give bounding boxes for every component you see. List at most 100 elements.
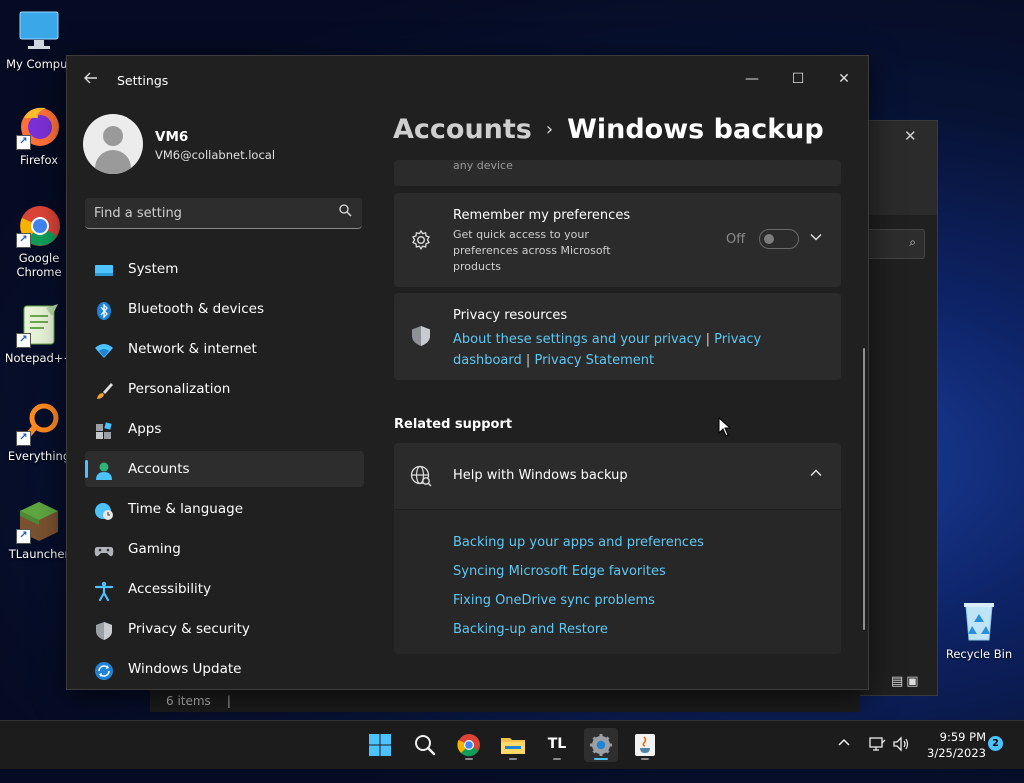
shield-icon	[410, 325, 432, 347]
link-separator: |	[705, 332, 710, 347]
related-support-heading: Related support	[394, 417, 513, 432]
taskbar-file-explorer[interactable]	[496, 728, 530, 762]
item-count: 6 items	[166, 694, 211, 708]
help-link-onedrive-sync[interactable]: Fixing OneDrive sync problems	[453, 593, 655, 608]
clipped-setting-card[interactable]: any device	[394, 160, 841, 186]
gamepad-icon	[94, 539, 114, 559]
privacy-resources-title: Privacy resources	[453, 308, 568, 323]
taskbar-clock[interactable]: 9:59 PM 3/25/2023	[908, 729, 986, 761]
wifi-icon	[94, 339, 114, 359]
notification-badge[interactable]: 2	[988, 736, 1003, 751]
taskbar: TL 9:59 PM 3/25/2023	[0, 720, 1024, 769]
content-scrollbar[interactable]	[863, 348, 865, 630]
breadcrumb-parent[interactable]: Accounts	[393, 114, 532, 145]
sidebar-item-gaming[interactable]: Gaming	[85, 531, 364, 567]
sidebar-item-personalization[interactable]: Personalization	[85, 371, 364, 407]
java-icon	[635, 734, 655, 756]
taskbar-tlauncher[interactable]: TL	[540, 728, 574, 762]
help-link-backup-restore[interactable]: Backing-up and Restore	[453, 622, 608, 637]
show-hidden-icons-button[interactable]	[836, 735, 852, 783]
search-icon	[415, 735, 436, 756]
background-search-box[interactable]: ⌕	[865, 229, 925, 259]
close-icon[interactable]: ✕	[904, 127, 917, 145]
close-icon: ✕	[838, 71, 850, 87]
settings-window[interactable]: Settings — ☐ ✕ VM6 VM6@collabnet.local S…	[66, 55, 869, 690]
toggle-knob	[764, 234, 774, 244]
shortcut-arrow-icon: ↗	[16, 233, 31, 248]
privacy-links: About these settings and your privacy | …	[453, 329, 833, 371]
link-about-settings-privacy[interactable]: About these settings and your privacy	[453, 332, 701, 347]
title-bar[interactable]: Settings — ☐ ✕	[67, 56, 868, 104]
status-separator: |	[226, 694, 231, 708]
start-icon	[369, 734, 391, 756]
apps-icon	[94, 419, 114, 439]
accounts-icon	[94, 459, 114, 480]
sidebar-item-accessibility[interactable]: Accessibility	[85, 571, 364, 607]
help-with-windows-backup-header[interactable]: Help with Windows backup	[394, 443, 841, 509]
help-links-panel: Backing up your apps and preferences Syn…	[394, 510, 841, 654]
search-icon[interactable]	[339, 204, 352, 221]
sidebar-item-system[interactable]: System	[85, 251, 364, 287]
breadcrumb: Accounts › Windows backup	[393, 114, 824, 145]
chevron-down-icon[interactable]	[810, 231, 822, 246]
taskbar-search-button[interactable]	[408, 728, 442, 762]
sidebar-item-label: Personalization	[128, 381, 231, 397]
maximize-button[interactable]: ☐	[775, 64, 821, 94]
page-title: Windows backup	[567, 114, 824, 145]
sidebar-item-network[interactable]: Network & internet	[85, 331, 364, 367]
paintbrush-icon	[94, 379, 114, 399]
bluetooth-icon	[94, 299, 114, 320]
minimize-button[interactable]: —	[729, 64, 775, 94]
help-link-backing-up-apps[interactable]: Backing up your apps and preferences	[453, 535, 704, 550]
sidebar-item-label: Privacy & security	[128, 621, 250, 637]
back-arrow-icon	[84, 72, 97, 84]
preferences-toggle[interactable]	[759, 229, 799, 249]
sidebar-item-privacy-security[interactable]: Privacy & security	[85, 611, 364, 647]
accessibility-icon	[94, 579, 114, 602]
sidebar-item-apps[interactable]: Apps	[85, 411, 364, 447]
file-explorer-icon	[501, 738, 525, 754]
taskbar-chrome[interactable]	[452, 728, 486, 762]
desktop-icon-recycle-bin[interactable]: Recycle Bin	[940, 598, 1018, 661]
shortcut-arrow-icon: ↗	[16, 135, 31, 150]
taskbar-java[interactable]	[628, 728, 662, 762]
running-indicator	[465, 758, 473, 760]
sidebar-item-label: Network & internet	[128, 341, 257, 357]
chrome-icon	[457, 734, 480, 757]
sidebar-item-label: System	[128, 261, 179, 277]
chevron-up-icon[interactable]	[810, 467, 822, 482]
background-explorer-window[interactable]: ✕ ⌕ ▤▣	[858, 120, 938, 696]
setting-title: Remember my preferences	[453, 208, 631, 223]
maximize-icon: ☐	[791, 71, 805, 87]
link-privacy-statement[interactable]: Privacy Statement	[534, 353, 654, 368]
start-button[interactable]	[363, 728, 397, 762]
running-indicator	[509, 758, 517, 760]
network-tray-button[interactable]	[868, 735, 886, 783]
view-toggle-icons[interactable]: ▤▣	[891, 674, 922, 689]
back-button[interactable]	[81, 70, 101, 90]
content-pane[interactable]: any device Remember my preferences Get q…	[393, 160, 843, 689]
network-icon	[869, 737, 886, 751]
sidebar-item-time-language[interactable]: Time & language	[85, 491, 364, 527]
privacy-resources-card: Privacy resources About these settings a…	[394, 293, 841, 380]
remember-preferences-card[interactable]: Remember my preferences Get quick access…	[394, 193, 841, 287]
sidebar-item-windows-update[interactable]: Windows Update	[85, 651, 364, 687]
search-input[interactable]	[85, 198, 336, 228]
globe-icon	[410, 465, 432, 487]
toggle-state-label: Off	[726, 232, 746, 247]
help-link-syncing-edge[interactable]: Syncing Microsoft Edge favorites	[453, 564, 666, 579]
sidebar-nav: System Bluetooth & devices Network & int…	[85, 251, 364, 689]
sidebar-item-label: Gaming	[128, 541, 181, 557]
close-button[interactable]: ✕	[821, 64, 867, 94]
find-setting-search[interactable]	[85, 198, 362, 229]
sidebar-item-bluetooth[interactable]: Bluetooth & devices	[85, 291, 364, 327]
shortcut-arrow-icon: ↗	[16, 431, 31, 446]
app-title: Settings	[117, 73, 169, 88]
sidebar-item-accounts[interactable]: Accounts	[85, 451, 364, 487]
search-icon: ⌕	[909, 235, 916, 249]
desktop-icon-label: Recycle Bin	[945, 647, 1013, 661]
sidebar-item-label: Bluetooth & devices	[128, 301, 265, 317]
gear-icon	[410, 229, 432, 251]
shortcut-arrow-icon: ↗	[16, 529, 31, 544]
taskbar-settings[interactable]	[584, 728, 618, 762]
